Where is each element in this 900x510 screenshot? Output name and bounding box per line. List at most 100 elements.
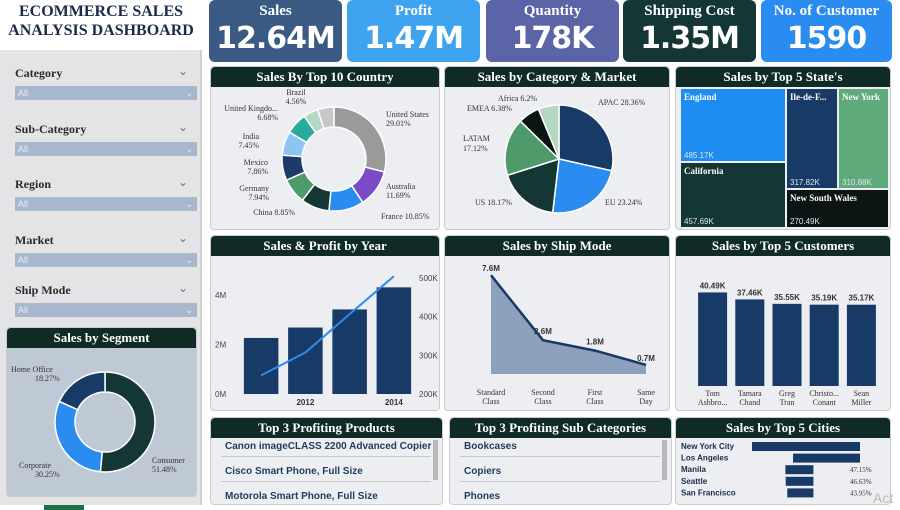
kpi-label: Profit bbox=[394, 3, 433, 19]
chart-label: 18.27% bbox=[35, 374, 60, 383]
subcategory-item: Bookcases bbox=[464, 441, 517, 452]
data-label: 1.8M bbox=[586, 338, 604, 347]
filter-value: All bbox=[18, 144, 29, 154]
customers-panel: Sales by Top 5 Customers 40.49K Tom Ashbro… bbox=[675, 235, 891, 411]
filter-dropdown[interactable]: All ⌄ bbox=[15, 253, 197, 267]
city-bar[interactable] bbox=[785, 465, 814, 475]
ship-mode-area-chart: 7.6M2.6M1.8M0.7MStandardClassSecondClass… bbox=[477, 264, 656, 406]
y-tick-left: 2M bbox=[215, 340, 226, 349]
customer-bar[interactable] bbox=[735, 299, 765, 386]
x-tick: Same bbox=[637, 388, 655, 397]
year-bar[interactable] bbox=[243, 337, 279, 394]
chevron-down-icon[interactable]: ⌄ bbox=[178, 175, 188, 189]
treemap-tile-california[interactable]: California 457.69K bbox=[681, 163, 785, 227]
year-bar[interactable] bbox=[376, 287, 412, 394]
x-tick: Miller bbox=[851, 398, 871, 407]
cities-panel: Sales by Top 5 Cities New York City Los A… bbox=[675, 417, 891, 505]
kpi-value: 1.47M bbox=[364, 21, 464, 56]
pie-slice-home-office[interactable] bbox=[58, 371, 106, 411]
filter-value: All bbox=[18, 255, 29, 265]
treemap-tile-new-south-wales[interactable]: New South Wales 270.49K bbox=[787, 190, 888, 227]
x-tick: 2014 bbox=[385, 398, 403, 407]
chart-label: LATAM bbox=[463, 134, 490, 143]
chart-label: EU 23.24% bbox=[605, 198, 643, 207]
tile-label: New York bbox=[842, 92, 880, 102]
treemap-tile-england[interactable]: England 485.17K bbox=[681, 89, 785, 161]
list-divider bbox=[221, 481, 431, 482]
kpi-value: 12.64M bbox=[216, 21, 336, 56]
products-panel: Top 3 Profiting Products Canon imageCLAS… bbox=[210, 417, 443, 505]
kpi-label: Sales bbox=[259, 3, 292, 19]
pie-slice-united-states[interactable] bbox=[333, 106, 387, 173]
year-bar[interactable] bbox=[288, 327, 323, 394]
list-divider bbox=[221, 456, 431, 457]
x-tick: Greg bbox=[779, 389, 795, 398]
customer-bar[interactable] bbox=[846, 304, 876, 386]
cities-title: Sales by Top 5 Cities bbox=[676, 418, 890, 438]
filter-ship-mode: Ship Mode ⌄ All ⌄ bbox=[8, 281, 197, 319]
chart-label: 7.45% bbox=[238, 141, 259, 150]
treemap-tile-new-york[interactable]: New York 310.88K bbox=[839, 89, 888, 188]
list-divider bbox=[460, 456, 660, 457]
pie-slice-corporate[interactable] bbox=[54, 400, 104, 473]
treemap-tile-ile-de-f-[interactable]: Ile-de-F... 317.82K bbox=[787, 89, 837, 188]
chevron-down-icon[interactable]: ⌄ bbox=[178, 64, 188, 78]
products-scrollbar[interactable] bbox=[433, 440, 438, 480]
top-cities-bar-chart: New York City Los Angeles Manila 47.15% Seat… bbox=[681, 442, 872, 498]
x-tick: 2012 bbox=[296, 398, 314, 407]
filter-dropdown[interactable]: All ⌄ bbox=[15, 86, 197, 100]
kpi-value: 178K bbox=[511, 21, 595, 56]
tile-value: 270.49K bbox=[790, 217, 820, 226]
city-bar[interactable] bbox=[752, 442, 860, 451]
year-title: Sales & Profit by Year bbox=[211, 236, 439, 256]
x-tick: Chand bbox=[739, 398, 760, 407]
filter-dropdown[interactable]: All ⌄ bbox=[15, 142, 197, 156]
segment-donut-chart: Consumer51.48% Corporate30.25% Home Office… bbox=[11, 365, 185, 479]
filter-label: Region bbox=[15, 177, 51, 191]
chevron-down-icon[interactable]: ⌄ bbox=[178, 120, 188, 134]
y-tick-right: 300K bbox=[419, 351, 438, 360]
customer-bar[interactable] bbox=[772, 303, 802, 386]
city-bar[interactable] bbox=[787, 488, 814, 498]
chevron-down-icon[interactable]: ⌄ bbox=[178, 281, 188, 295]
filter-dropdown[interactable]: All ⌄ bbox=[15, 197, 197, 211]
tile-value: 485.17K bbox=[684, 151, 714, 160]
x-tick: First bbox=[588, 388, 603, 397]
chart-label: Mexico bbox=[244, 158, 268, 167]
subcats-scrollbar[interactable] bbox=[662, 440, 667, 480]
states-title: Sales by Top 5 State's bbox=[676, 67, 890, 87]
product-item: Cisco Smart Phone, Full Size bbox=[225, 466, 363, 477]
subcategory-item: Copiers bbox=[464, 466, 502, 477]
product-item: Motorola Smart Phone, Full Size bbox=[225, 491, 378, 502]
x-tick: Class bbox=[586, 397, 603, 406]
kpi-label: Quantity bbox=[523, 3, 582, 19]
customer-bar[interactable] bbox=[698, 292, 728, 386]
chevron-down-icon[interactable]: ⌄ bbox=[178, 231, 188, 245]
city-label: Los Angeles bbox=[681, 454, 729, 463]
city-label: San Francisco bbox=[681, 488, 736, 497]
customer-bar[interactable] bbox=[809, 304, 839, 386]
profit-line[interactable] bbox=[260, 275, 395, 377]
pie-slice-consumer[interactable] bbox=[99, 371, 156, 473]
kpi-value: 1.35M bbox=[640, 21, 740, 56]
customers-title: Sales by Top 5 Customers bbox=[676, 236, 890, 256]
subcategory-item: Phones bbox=[464, 491, 501, 502]
filter-dropdown[interactable]: All ⌄ bbox=[15, 303, 197, 317]
data-label: 43.95% bbox=[850, 489, 872, 497]
filter-category: Category ⌄ All ⌄ bbox=[8, 64, 197, 102]
chart-label: 7.86% bbox=[247, 167, 268, 176]
chart-label: United States bbox=[386, 110, 429, 119]
chart-label: 17.12% bbox=[463, 144, 488, 153]
city-label: Seattle bbox=[681, 477, 708, 486]
city-bar[interactable] bbox=[785, 476, 814, 486]
kpi-value: 1590 bbox=[786, 21, 868, 56]
filter-value: All bbox=[18, 305, 29, 315]
year-panel: Sales & Profit by Year 0M 2M 4M 200K 300K 400… bbox=[210, 235, 440, 411]
x-tick: Second bbox=[531, 388, 555, 397]
chart-label: Corporate bbox=[19, 461, 51, 470]
footer-tab[interactable] bbox=[44, 505, 84, 510]
city-bar[interactable] bbox=[793, 453, 860, 463]
kpi-label: Shipping Cost bbox=[644, 3, 735, 19]
year-bar[interactable] bbox=[332, 309, 367, 394]
chart-label: India bbox=[243, 132, 260, 141]
